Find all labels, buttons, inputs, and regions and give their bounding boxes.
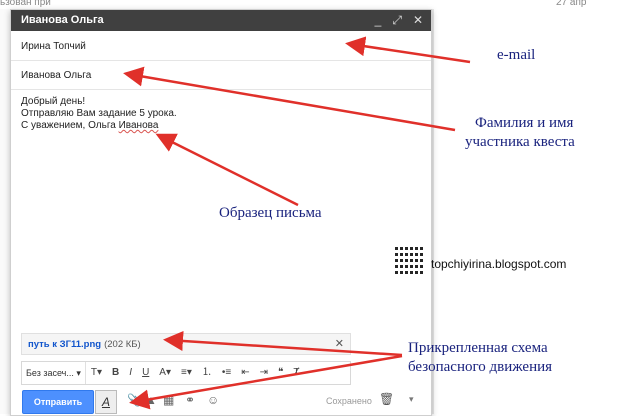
arrow-email (345, 36, 471, 64)
arrow-name (123, 66, 456, 132)
arrow-sample (155, 133, 299, 207)
annotation-arrows (123, 36, 471, 410)
arrow-attachment (163, 330, 403, 357)
arrow-attach-icon (129, 354, 403, 410)
